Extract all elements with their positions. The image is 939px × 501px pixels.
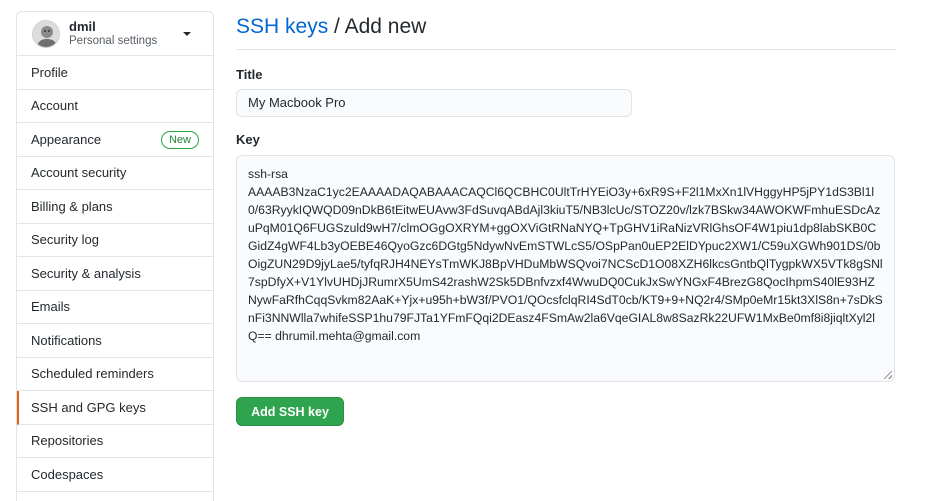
page-subtitle: Add new bbox=[344, 15, 427, 38]
sidebar-item-label: Security log bbox=[31, 232, 99, 248]
sidebar-item-label: SSH and GPG keys bbox=[31, 399, 146, 415]
sidebar-item-security-log[interactable]: Security log bbox=[17, 224, 213, 257]
breadcrumb-ssh-keys[interactable]: SSH keys bbox=[236, 15, 328, 38]
sidebar-item-profile[interactable]: Profile bbox=[17, 56, 213, 90]
title-label: Title bbox=[236, 67, 263, 82]
sidebar-item-scheduled-reminders[interactable]: Scheduled reminders bbox=[17, 358, 213, 391]
sidebar-item-label: Billing & plans bbox=[31, 198, 113, 214]
sidebar-item-repositories[interactable]: Repositories bbox=[17, 425, 213, 458]
sidebar-item-label: Codespaces bbox=[31, 466, 104, 482]
sidebar-item-label: Security & analysis bbox=[31, 265, 141, 281]
sidebar-item-label: Appearance bbox=[31, 131, 102, 147]
breadcrumb-separator: / bbox=[328, 15, 345, 38]
sidebar-item-label: Scheduled reminders bbox=[31, 366, 154, 382]
settings-sidebar: dmil Personal settings Profile Account A… bbox=[16, 11, 214, 501]
new-badge: New bbox=[160, 131, 199, 149]
resize-handle-icon[interactable] bbox=[884, 371, 892, 379]
sidebar-item-label: Notifications bbox=[31, 332, 102, 348]
avatar-image bbox=[33, 20, 59, 47]
main-content: SSH keys / Add new Title My Macbook Pro … bbox=[236, 11, 896, 426]
sidebar-item-notifications[interactable]: Notifications bbox=[17, 324, 213, 358]
sidebar-item-account-security[interactable]: Account security bbox=[17, 157, 213, 190]
add-ssh-key-button[interactable]: Add SSH key bbox=[236, 397, 344, 426]
username: dmil bbox=[69, 19, 96, 34]
avatar bbox=[32, 19, 60, 48]
sidebar-item-security-analysis[interactable]: Security & analysis bbox=[17, 257, 213, 291]
page-title: SSH keys / Add new bbox=[236, 11, 896, 50]
sidebar-item-account[interactable]: Account bbox=[17, 90, 213, 123]
sidebar-item-label: Emails bbox=[31, 299, 71, 315]
title-input[interactable]: My Macbook Pro bbox=[236, 89, 632, 117]
user-subtitle: Personal settings bbox=[69, 35, 158, 47]
sidebar-item-label: Account security bbox=[31, 165, 127, 181]
sidebar-item-label: Profile bbox=[31, 64, 68, 80]
sidebar-item-billing[interactable]: Billing & plans bbox=[17, 190, 213, 224]
sidebar-item-emails[interactable]: Emails bbox=[17, 291, 213, 324]
key-text: ssh-rsa AAAAB3NzaC1yc2EAAAADAQABAAACAQCl… bbox=[248, 167, 883, 343]
sidebar-item-label: Repositories bbox=[31, 433, 104, 449]
account-switcher[interactable]: dmil Personal settings bbox=[17, 12, 213, 56]
sidebar-item-label: Account bbox=[31, 98, 78, 114]
key-label: Key bbox=[236, 132, 260, 147]
sidebar-item-appearance[interactable]: Appearance New bbox=[17, 123, 213, 157]
key-textarea[interactable]: ssh-rsa AAAAB3NzaC1yc2EAAAADAQABAAACAQCl… bbox=[236, 155, 895, 382]
sidebar-item-ssh-gpg-keys[interactable]: SSH and GPG keys bbox=[17, 391, 213, 425]
sidebar-item-codespaces[interactable]: Codespaces bbox=[17, 458, 213, 492]
chevron-down-icon[interactable] bbox=[183, 32, 191, 36]
